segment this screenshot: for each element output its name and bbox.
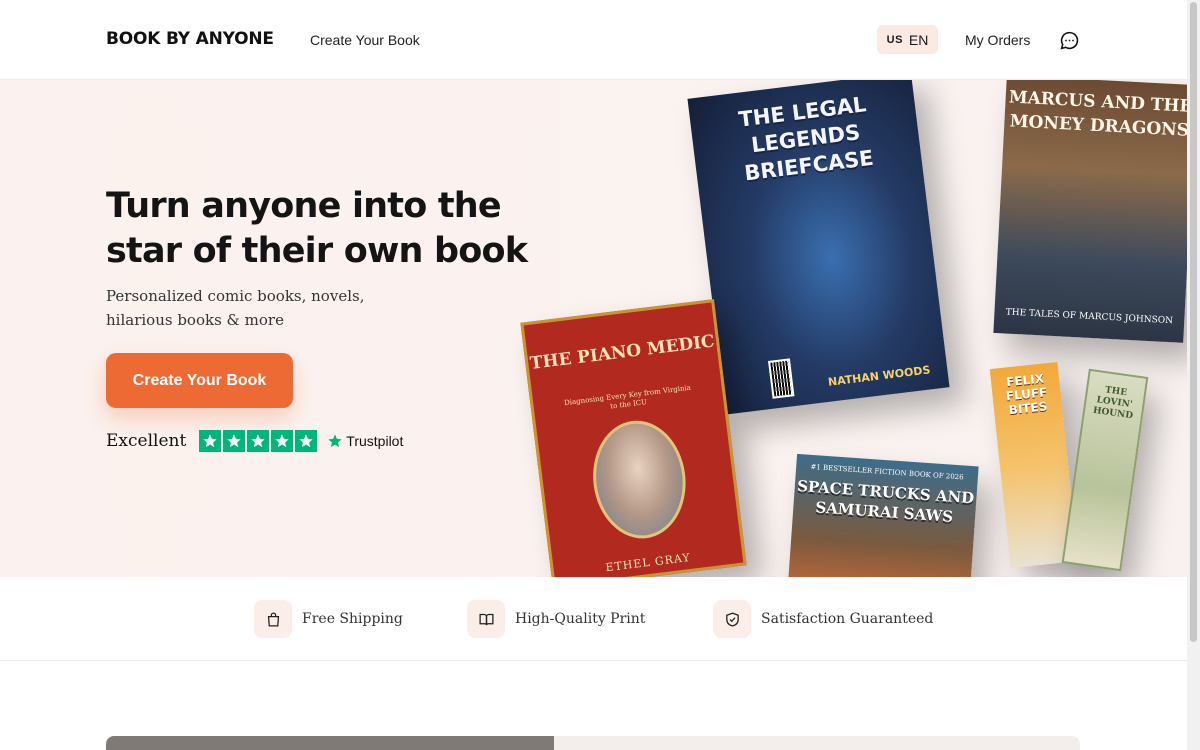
book-title: THE LOVIN' HOUND [1092,385,1134,422]
language-selector[interactable]: US EN [877,25,938,54]
hero-subtitle: Personalized comic books, novels, hilari… [106,287,365,329]
book-author: ETHEL GRAY [604,550,692,575]
feature-free-shipping: Free Shipping [254,600,403,638]
star-icon [247,430,270,452]
preview-panel [554,736,1080,750]
star-icon [295,430,318,452]
book-title: THE LEGAL LEGENDS BRIEFCASE [737,92,875,186]
my-orders-link[interactable]: My Orders [965,32,1030,48]
book-cover-space-trucks: #1 BESTSELLER FICTION BOOK OF 2026 SPACE… [787,453,979,577]
site-header: BOOK BY ANYONE Create Your Book US EN My… [0,0,1187,80]
hero-section: Turn anyone into the star of their own b… [0,80,1187,577]
portrait-image [586,415,693,544]
next-section-preview [106,736,1080,750]
us-flag-icon: US [886,33,903,46]
book-cover-marcus: MARCUS AND THE MONEY DRAGONS THE TALES O… [993,80,1187,343]
rating-label: Excellent [106,431,187,451]
page-scrollbar[interactable] [1187,0,1200,750]
features-bar: Free Shipping High-Quality Print Satisfa… [0,577,1187,661]
book-author: NATHAN WOODS [827,363,932,389]
book-tagline: THE TALES OF MARCUS JOHNSON [1005,307,1174,327]
feature-label: Satisfaction Guaranteed [761,611,934,627]
book-title: THE PIANO MEDIC [528,331,716,374]
book-cover-legal-legends: THE LEGAL LEGENDS BRIEFCASE NATHAN WOODS [687,80,950,415]
rating-stars [199,430,318,452]
feature-satisfaction-guaranteed: Satisfaction Guaranteed [713,600,933,638]
book-cover-piano-medic: THE PIANO MEDIC Diagnosing Every Key fro… [520,299,747,577]
book-subtitle: Diagnosing Every Key from Virginia to th… [563,383,692,411]
shopping-bag-icon [254,600,292,638]
feature-label: High-Quality Print [515,611,646,627]
trustpilot-logo-text: Trustpilot [346,433,404,449]
create-your-book-button[interactable]: Create Your Book [106,353,293,408]
book-title: MARCUS AND THE MONEY DRAGONS [1008,87,1187,141]
star-icon [199,430,222,452]
star-icon [271,430,294,452]
feature-high-quality-print: High-Quality Print [467,600,645,638]
preview-image [106,736,554,750]
scrollbar-thumb[interactable] [1190,2,1197,642]
book-title: SPACE TRUCKS AND SAMURAI SAWS [796,476,975,526]
open-book-icon [467,600,505,638]
trustpilot-star-icon [328,434,342,448]
nav-create-your-book-link[interactable]: Create Your Book [310,32,420,48]
trustpilot-rating[interactable]: Excellent Trustpilot [106,430,403,452]
shield-check-icon [713,600,751,638]
barcode [768,358,795,399]
book-title: FELIX FLUFF BITES [1005,371,1048,418]
chat-bubble-icon[interactable] [1059,30,1080,51]
star-icon [223,430,246,452]
language-code: EN [908,31,929,48]
site-logo[interactable]: BOOK BY ANYONE [106,29,274,49]
hero-title: Turn anyone into the star of their own b… [106,186,528,271]
feature-label: Free Shipping [302,611,403,627]
book-cover-lovin-hound: THE LOVIN' HOUND [1061,368,1149,572]
